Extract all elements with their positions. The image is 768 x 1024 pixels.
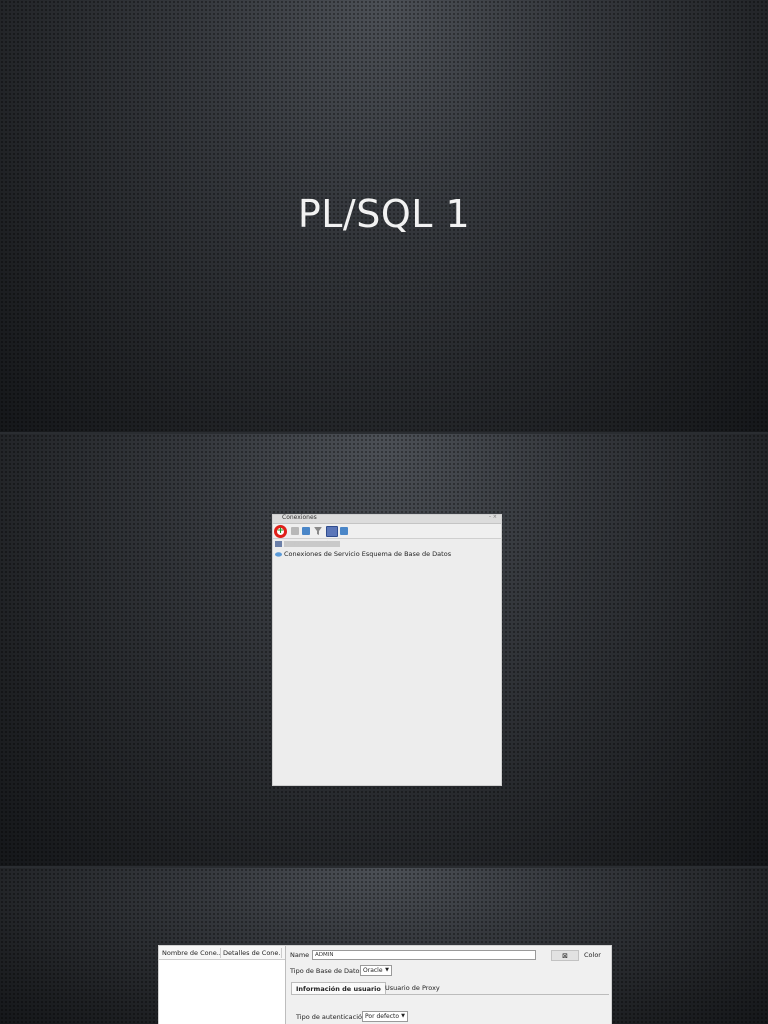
chevron-down-icon: ▼ — [385, 967, 389, 973]
tab-proxy-user[interactable]: Usuario de Proxy — [381, 982, 444, 994]
panel-window-controls[interactable]: – × — [489, 514, 497, 520]
db-type-select[interactable]: Oracle ▼ — [360, 965, 392, 976]
filter-icon[interactable] — [314, 527, 322, 535]
tree-item-service-connections[interactable]: Conexiones de Servicio Esquema de Base d… — [275, 549, 451, 558]
slide-3: Nombre de Cone... Detalles de Cone... Na… — [0, 868, 768, 1024]
list-header: Nombre de Cone... Detalles de Cone... — [159, 946, 285, 960]
connect-icon[interactable] — [340, 527, 348, 535]
refresh-icon[interactable] — [291, 527, 299, 535]
column-header-details[interactable]: Detalles de Cone... — [220, 948, 282, 958]
column-header-name[interactable]: Nombre de Cone... — [159, 948, 221, 958]
panel-title: Conexiones — [282, 514, 317, 521]
database-icon — [275, 540, 282, 547]
color-label: Color — [584, 951, 601, 959]
copy-icon[interactable] — [302, 527, 310, 535]
new-connection-button[interactable]: + — [274, 525, 287, 538]
chevron-down-icon: ▼ — [401, 1013, 405, 1019]
name-label: Name — [290, 951, 310, 959]
slide-title: PL/SQL 1 — [297, 192, 471, 236]
tree-item-new-connection[interactable]: Nueva Conexión... — [275, 539, 341, 548]
auth-type-value: Por defecto — [365, 1013, 400, 1020]
schema-icon[interactable] — [326, 526, 338, 537]
color-swatch-icon: ⊠ — [562, 951, 568, 960]
cloud-icon — [275, 551, 282, 557]
new-connection-dialog: Nombre de Cone... Detalles de Cone... Na… — [158, 945, 612, 1024]
slide-2: Conexiones – × + Nueva Conexión... Conex… — [0, 434, 768, 866]
plus-icon: + — [276, 526, 285, 536]
connection-list[interactable]: Nombre de Cone... Detalles de Cone... — [159, 946, 286, 1024]
connections-panel: Conexiones – × + Nueva Conexión... Conex… — [272, 514, 502, 786]
panel-titlebar: Conexiones – × — [273, 514, 501, 524]
db-type-label: Tipo de Base de Datos — [290, 967, 363, 975]
panel-toolbar: + — [273, 524, 501, 539]
slide-1: PL/SQL 1 — [0, 0, 768, 432]
color-button[interactable]: ⊠ — [551, 950, 579, 961]
tree-item-label: Conexiones de Servicio Esquema de Base d… — [284, 549, 452, 558]
auth-type-label: Tipo de autenticación — [296, 1013, 367, 1021]
db-type-value: Oracle — [363, 967, 383, 974]
tree-item-label: Nueva Conexión... — [284, 540, 341, 547]
name-input[interactable]: ADMIN — [312, 950, 536, 960]
auth-type-select[interactable]: Por defecto ▼ — [362, 1011, 408, 1022]
